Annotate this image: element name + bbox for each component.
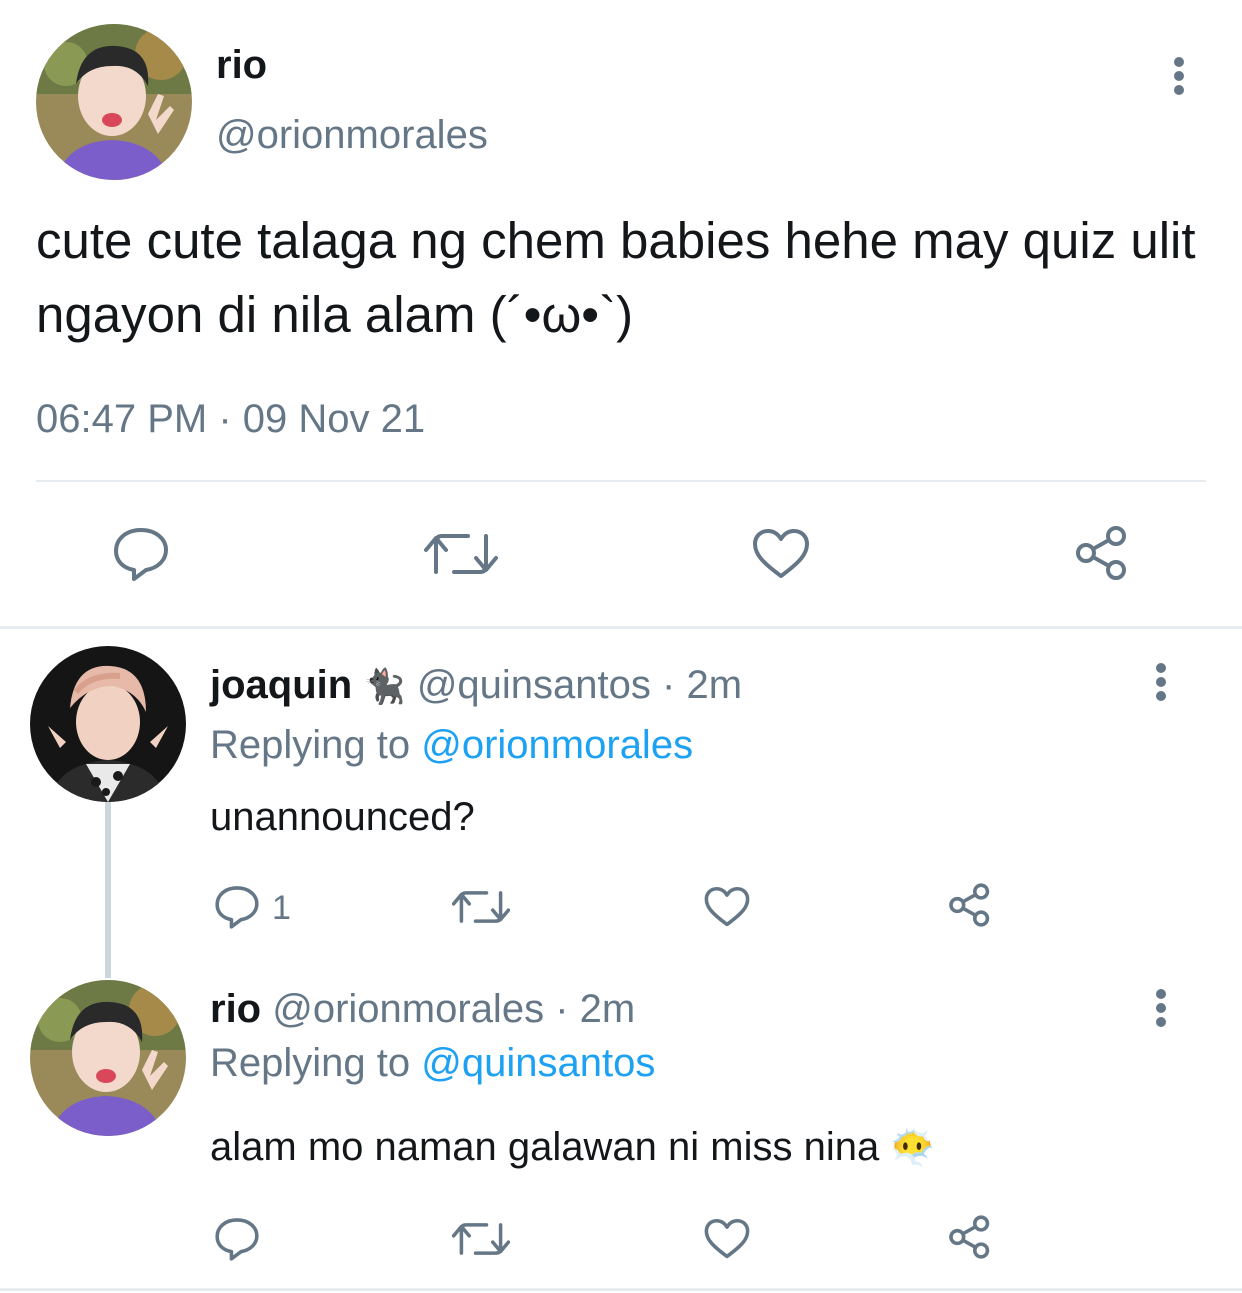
tweet-text: cute cute talaga ng chem babies hehe may… [36, 212, 1196, 343]
reply-time[interactable]: 2m [686, 663, 742, 707]
reply-icon[interactable] [214, 884, 260, 930]
divider [36, 480, 1206, 482]
face-in-clouds-emoji: 😶‍🌫️ [890, 1127, 936, 1168]
reply-display-name[interactable]: joaquin [210, 663, 352, 707]
reply-text-line: alam mo naman galawan ni miss nina 😶‍🌫️ [210, 1122, 935, 1173]
bottom-divider [0, 1288, 1242, 1291]
tweet-timestamp: 06:47 PM · 09 Nov 21 [36, 397, 426, 441]
author-handle[interactable]: @orionmorales [216, 112, 488, 158]
author-display-name[interactable]: rio [216, 42, 267, 88]
more-options-icon[interactable] [1166, 56, 1192, 96]
reply-count: 1 [272, 889, 291, 927]
share-icon[interactable] [946, 1214, 994, 1260]
share-icon[interactable] [1072, 524, 1132, 582]
like-icon[interactable] [704, 1218, 750, 1260]
reply-handle[interactable]: @quinsantos [417, 663, 651, 707]
more-options-icon[interactable] [1148, 662, 1174, 702]
reply-icon[interactable] [112, 526, 170, 582]
name-badge-emoji: 🐈‍⬛ [363, 668, 406, 706]
share-icon[interactable] [946, 882, 994, 928]
like-icon[interactable] [752, 528, 810, 580]
section-divider [0, 626, 1242, 629]
reply-avatar[interactable] [30, 646, 186, 802]
retweet-icon[interactable] [452, 886, 510, 928]
author-avatar[interactable] [36, 24, 192, 180]
replying-to-line: Replying to @orionmorales [210, 720, 693, 770]
reply-text: unannounced? [210, 795, 475, 839]
replying-to-label: Replying to [210, 1041, 411, 1085]
reply-icon[interactable] [214, 1216, 260, 1262]
replying-to-handle[interactable]: @quinsantos [421, 1041, 655, 1085]
reply-handle[interactable]: @orionmorales [272, 987, 544, 1031]
retweet-icon[interactable] [424, 528, 498, 580]
more-options-icon[interactable] [1148, 988, 1174, 1028]
reply-time[interactable]: 2m [580, 987, 636, 1031]
reply-header: joaquin 🐈‍⬛ @quinsantos · 2m [210, 660, 742, 712]
reply-header: rio @orionmorales · 2m [210, 984, 635, 1034]
retweet-icon[interactable] [452, 1218, 510, 1260]
replying-to-handle[interactable]: @orionmorales [421, 723, 693, 767]
separator-dot: · [662, 663, 676, 707]
separator-dot: · [555, 987, 569, 1031]
like-icon[interactable] [704, 886, 750, 928]
reply-avatar[interactable] [30, 980, 186, 1136]
reply-text: alam mo naman galawan ni miss nina [210, 1125, 880, 1169]
replying-to-label: Replying to [210, 723, 411, 767]
replying-to-line: Replying to @quinsantos [210, 1038, 655, 1088]
thread-line [105, 800, 111, 978]
reply-display-name[interactable]: rio [210, 987, 261, 1031]
